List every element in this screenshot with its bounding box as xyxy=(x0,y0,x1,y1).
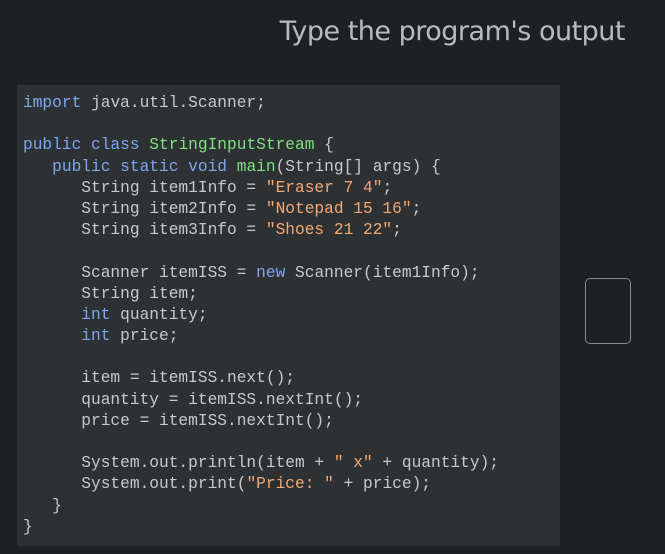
code-line: } xyxy=(23,496,499,517)
code-token-plain: String item3Info = xyxy=(23,221,266,240)
code-token-plain: String item; xyxy=(23,284,198,303)
code-token-str: " x" xyxy=(333,454,373,473)
code-line: price = itemISS.nextInt(); xyxy=(23,411,499,432)
code-token-plain: { xyxy=(314,136,334,155)
code-token-plain: price; xyxy=(110,327,179,346)
code-token-kw: public class xyxy=(23,136,150,155)
code-token-kw: public static void xyxy=(52,157,237,176)
code-token-kw: int xyxy=(81,327,111,346)
code-line: public class StringInputStream { xyxy=(23,135,499,156)
code-token-plain: + quantity); xyxy=(372,454,500,473)
code-line: } xyxy=(23,517,499,538)
code-token-plain: String item1Info = xyxy=(23,178,266,197)
code-token-cls: StringInputStream xyxy=(149,136,315,155)
code-line: int quantity; xyxy=(23,305,499,326)
code-token-kw: int xyxy=(81,305,111,324)
code-token-plain: + price); xyxy=(333,475,432,494)
code-token-plain: ; xyxy=(382,178,393,197)
code-token-plain: quantity = itemISS.nextInt(); xyxy=(23,390,363,409)
page-title: Type the program's output xyxy=(279,16,626,47)
code-token-str: "Price: " xyxy=(246,475,334,494)
code-token-plain: String item2Info = xyxy=(23,199,266,218)
code-token-plain: } xyxy=(23,517,33,536)
code-line: item = itemISS.next(); xyxy=(23,368,499,389)
code-line: String item3Info = "Shoes 21 22"; xyxy=(23,220,499,241)
code-token-plain: (String[] args) { xyxy=(275,157,441,176)
code-token-str: "Shoes 21 22" xyxy=(265,221,393,240)
code-line: String item; xyxy=(23,284,499,305)
code-token-plain: ; xyxy=(411,199,422,218)
code-token-str: "Eraser 7 4" xyxy=(265,178,383,197)
code-token-plain: item = itemISS.next(); xyxy=(23,369,295,388)
code-line: String item1Info = "Eraser 7 4"; xyxy=(23,178,499,199)
code-token-plain: Scanner(item1Info); xyxy=(285,263,480,282)
code-token-plain: System.out.print( xyxy=(23,475,247,494)
code-line: quantity = itemISS.nextInt(); xyxy=(23,390,499,411)
code-panel: import java.util.Scanner; public class S… xyxy=(17,85,560,546)
code-line: System.out.print("Price: " + price); xyxy=(23,474,499,495)
code-token-str: "Notepad 15 16" xyxy=(265,199,412,218)
code-line: System.out.println(item + " x" + quantit… xyxy=(23,453,499,474)
code-line: int price; xyxy=(23,326,499,347)
code-line: public static void main(String[] args) { xyxy=(23,157,499,178)
code-token-plain: price = itemISS.nextInt(); xyxy=(23,411,334,430)
code-token-plain: } xyxy=(23,496,62,515)
answer-input[interactable] xyxy=(585,278,631,344)
code-token-plain: Scanner itemISS = xyxy=(23,263,257,282)
code-line: String item2Info = "Notepad 15 16"; xyxy=(23,199,499,220)
code-line: Scanner itemISS = new Scanner(item1Info)… xyxy=(23,263,499,284)
code-token-kw: new xyxy=(256,263,286,282)
code-token-plain: java.util.Scanner; xyxy=(81,94,266,112)
code-token-plain: ; xyxy=(392,221,402,240)
code-line: import java.util.Scanner; xyxy=(23,93,499,114)
code-token-plain: quantity; xyxy=(110,305,208,324)
code-block: import java.util.Scanner; public class S… xyxy=(23,93,499,538)
code-token-kw: import xyxy=(23,94,82,112)
code-token-plain: System.out.println(item + xyxy=(23,454,334,473)
code-token-cls: main xyxy=(236,157,276,176)
